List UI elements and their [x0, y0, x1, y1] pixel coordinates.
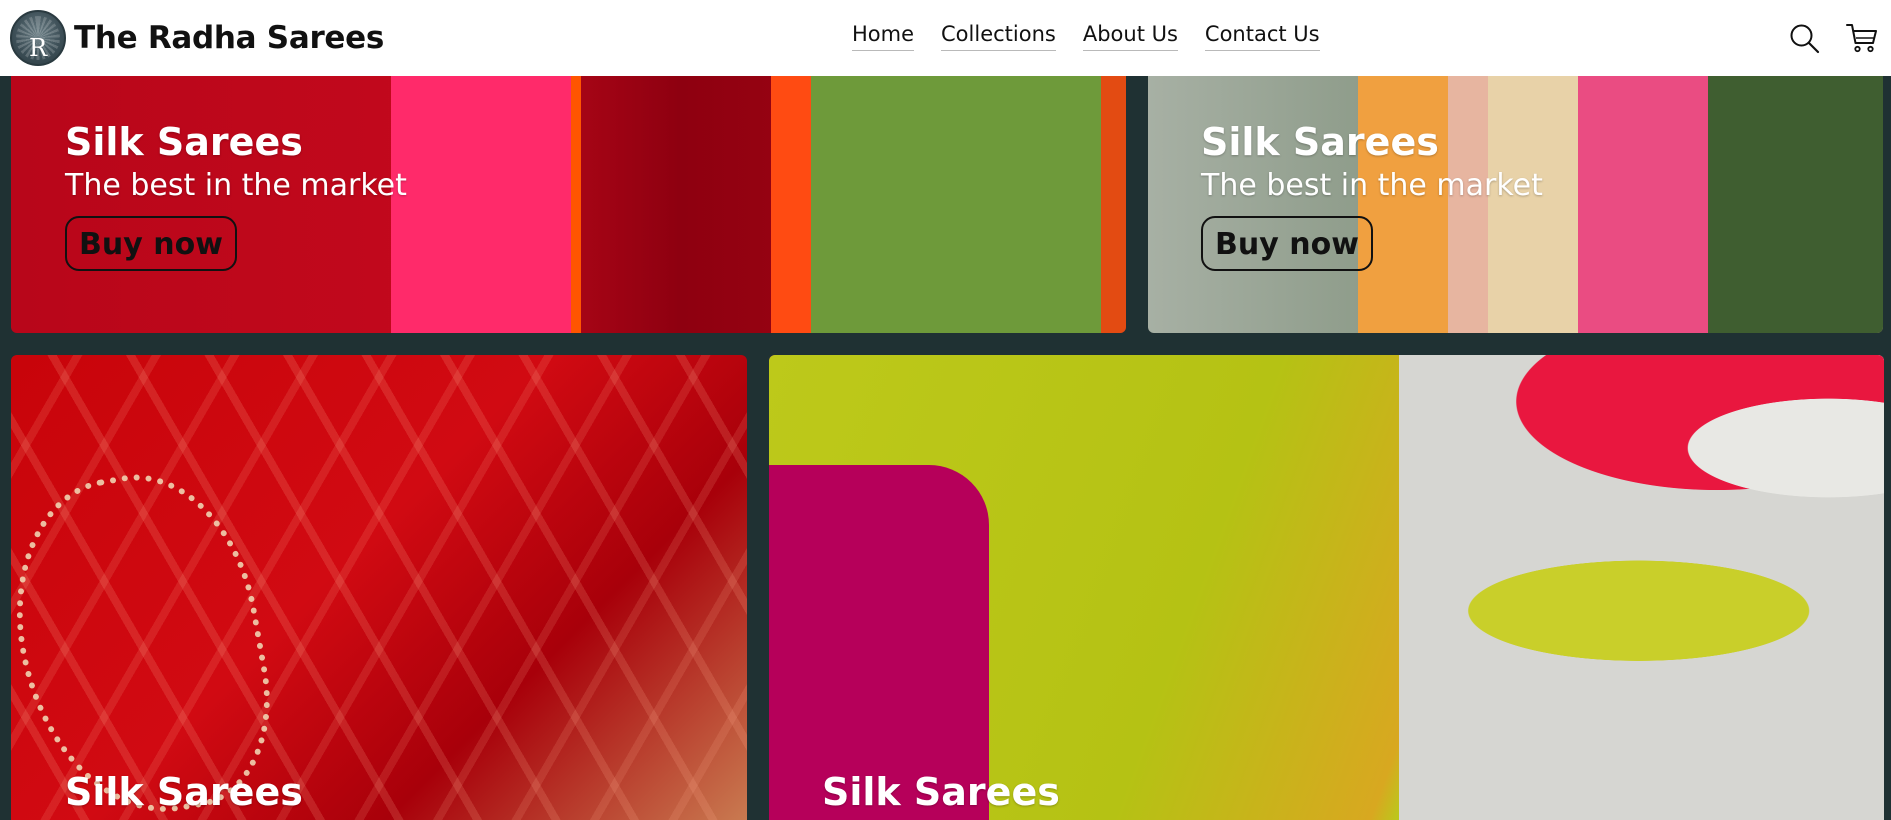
site-header: R The Radha Sarees Home Collections Abou… [0, 0, 1891, 76]
home-logo-link[interactable]: R The Radha Sarees [10, 10, 384, 66]
logo-letter: R [28, 34, 48, 62]
buy-now-button[interactable]: Buy now [1201, 215, 1373, 271]
banner-subtitle: The best in the market [1201, 167, 1543, 203]
magenta-saree-fold [769, 465, 989, 820]
banner-content: Silk Sarees The best in the market Buy n… [1201, 120, 1543, 271]
banner-title: Silk Sarees [65, 770, 303, 814]
banner-title: Silk Sarees [1201, 120, 1439, 164]
site-name: The Radha Sarees [74, 20, 385, 56]
brand-logo: R [10, 10, 66, 66]
header-actions [1788, 22, 1878, 54]
nav-about-us[interactable]: About Us [1082, 22, 1178, 51]
banner-content: Silk Sarees The best in the market Buy n… [65, 120, 407, 271]
banner-title: Silk Sarees [65, 120, 303, 164]
nav-collections[interactable]: Collections [941, 22, 1056, 51]
banner-silk-sarees-1[interactable]: Silk Sarees The best in the market Buy n… [11, 76, 1126, 333]
banner-content: Silk Sarees [65, 770, 303, 816]
banner-silk-sarees-4[interactable]: Silk Sarees [769, 355, 1884, 820]
banner-title: Silk Sarees [822, 770, 1060, 814]
search-icon[interactable] [1788, 22, 1820, 54]
nav-contact-us[interactable]: Contact Us [1204, 22, 1320, 51]
nav-home[interactable]: Home [852, 22, 915, 51]
cart-icon[interactable] [1846, 22, 1878, 54]
main-nav: Home Collections About Us Contact Us [852, 22, 1320, 51]
banner-silk-sarees-3[interactable]: Silk Sarees [11, 355, 747, 820]
banner-silk-sarees-2[interactable]: Silk Sarees The best in the market Buy n… [1148, 76, 1883, 333]
buy-now-button[interactable]: Buy now [65, 215, 237, 271]
banner-subtitle: The best in the market [65, 167, 407, 203]
banner-content: Silk Sarees [822, 770, 1060, 816]
